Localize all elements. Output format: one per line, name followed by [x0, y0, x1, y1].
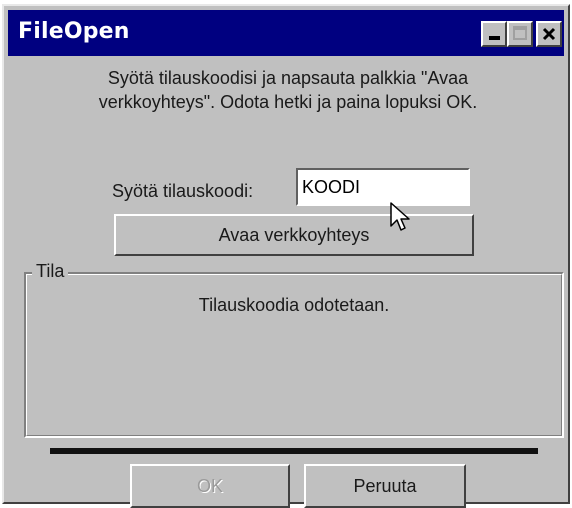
order-code-input[interactable]: [296, 168, 470, 206]
open-connection-button[interactable]: Avaa verkkoyhteys: [114, 214, 474, 256]
instruction-line-2: verkkoyhteys". Odota hetki ja paina lopu…: [98, 92, 478, 112]
close-button[interactable]: [536, 21, 562, 47]
instruction-line-1: Syötä tilauskoodisi ja napsauta palkkia …: [107, 68, 469, 88]
progress-bar: [50, 448, 538, 454]
status-message: Tilauskoodia odotetaan.: [198, 295, 390, 315]
instruction-text: Syötä tilauskoodisi ja napsauta palkkia …: [34, 66, 542, 114]
status-group-legend: Tila: [32, 260, 69, 282]
fileopen-dialog: FileOpen Syötä tilauskoodisi ja napsauta…: [2, 4, 570, 508]
maximize-button: [507, 21, 533, 47]
close-icon: [542, 27, 556, 41]
mouse-pointer-icon: [390, 202, 410, 231]
maximize-icon: [513, 26, 527, 40]
cancel-button[interactable]: Peruuta: [304, 464, 466, 508]
minimize-button[interactable]: [481, 21, 507, 47]
ok-button[interactable]: OK: [130, 464, 290, 508]
order-code-label: Syötä tilauskoodi:: [112, 181, 254, 201]
window-title: FileOpen: [18, 19, 130, 44]
title-bar[interactable]: FileOpen: [8, 10, 564, 56]
